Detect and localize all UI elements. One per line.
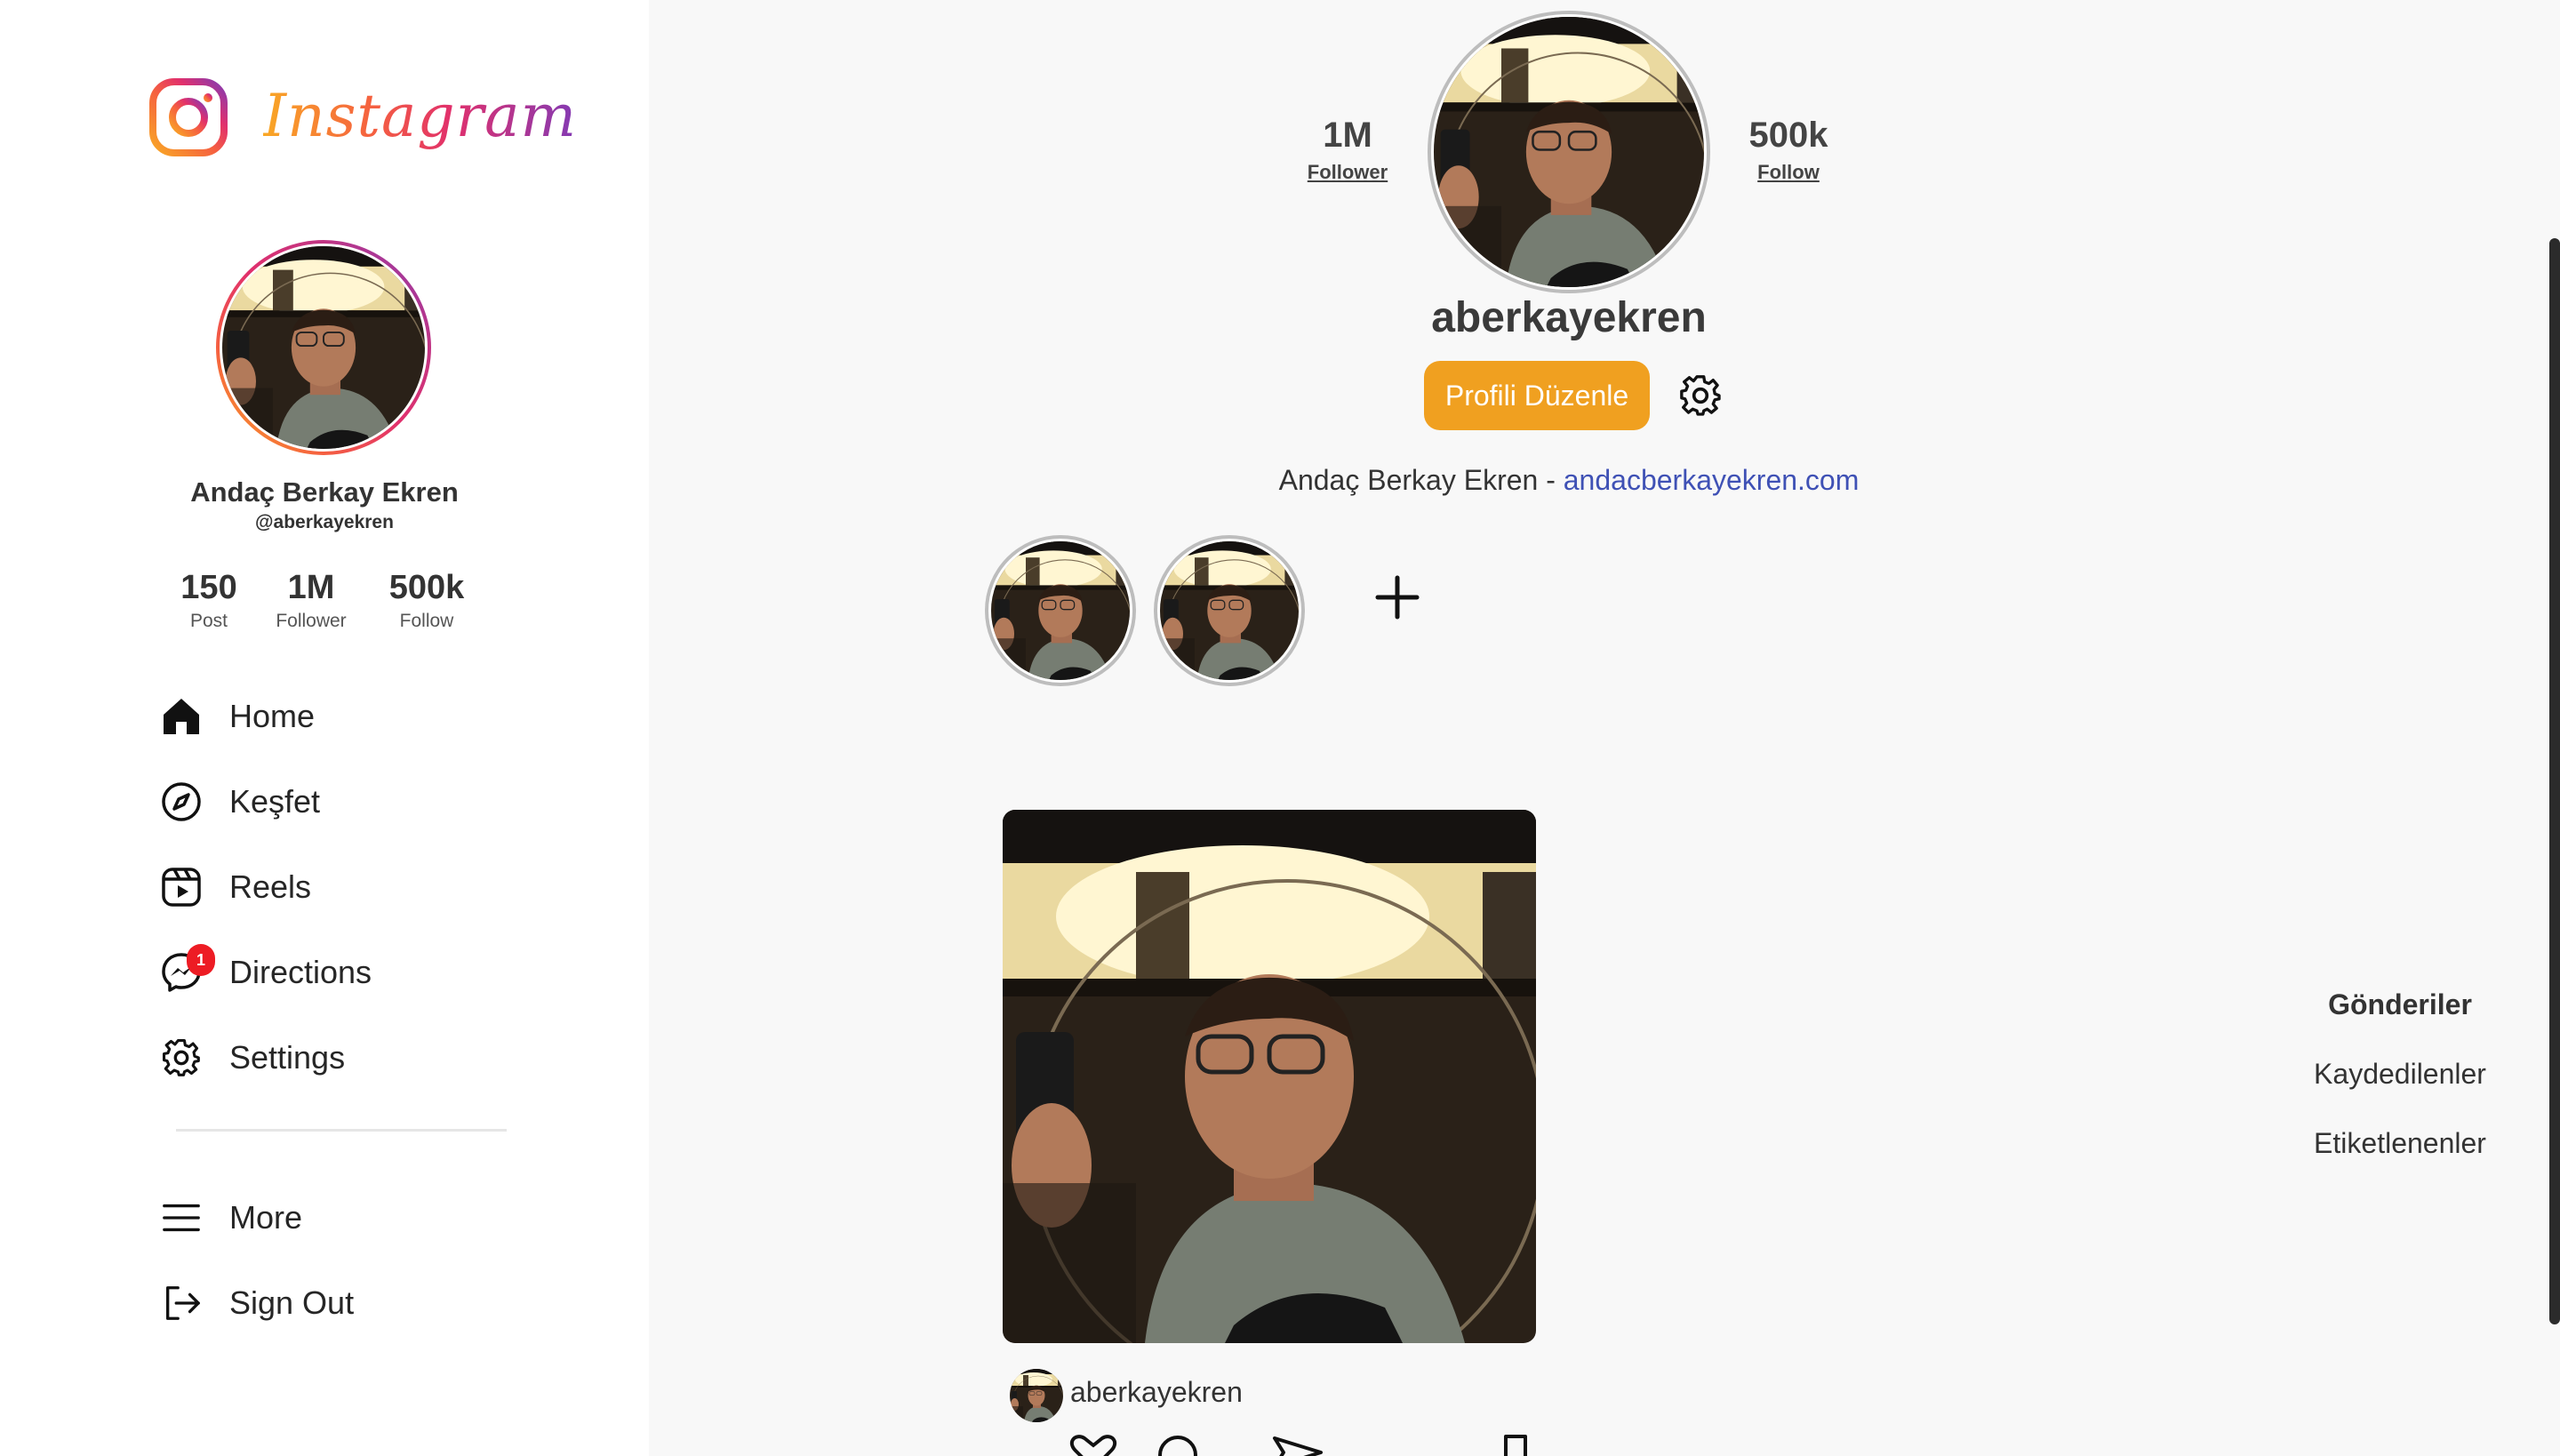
- tab-saved[interactable]: Kaydedilenler: [2267, 1058, 2533, 1091]
- nav-home[interactable]: Home: [158, 690, 315, 743]
- nav-sign-out-label: Sign Out: [229, 1284, 355, 1321]
- profile-following[interactable]: 500k Follow: [1744, 116, 1833, 184]
- profile-followers[interactable]: 1M Follower: [1303, 116, 1392, 184]
- sidebar: Instagram Andaç Berkay Ekren @aberkayekr…: [0, 0, 649, 1456]
- profile-followers-link[interactable]: Follower: [1303, 161, 1392, 184]
- tab-tagged[interactable]: Etiketlenenler: [2267, 1127, 2533, 1160]
- notification-badge: 1: [187, 944, 215, 976]
- stat-followers-value: 1M: [287, 569, 335, 606]
- profile-bio: Andaç Berkay Ekren - andacberkayekren.co…: [1156, 464, 1982, 497]
- post-author-username[interactable]: aberkayekren: [1070, 1376, 1243, 1409]
- page-scrollbar[interactable]: [2549, 238, 2560, 1324]
- compass-icon: [158, 779, 204, 825]
- stat-following-value: 500k: [388, 569, 465, 606]
- reels-icon: [158, 864, 204, 910]
- instagram-wordmark[interactable]: Instagram: [263, 82, 577, 150]
- profile-followers-value: 1M: [1323, 116, 1372, 155]
- bio-website-link[interactable]: andacberkayekren.com: [1564, 464, 1860, 496]
- story-highlight[interactable]: [985, 535, 1136, 686]
- profile-username: aberkayekren: [1431, 294, 1707, 341]
- share-icon[interactable]: [1271, 1433, 1324, 1456]
- nav-home-label: Home: [229, 698, 316, 734]
- sign-out-icon: [158, 1280, 204, 1326]
- nav-explore[interactable]: Keşfet: [158, 775, 320, 828]
- heart-icon[interactable]: [1067, 1433, 1120, 1456]
- bio-text: Andaç Berkay Ekren -: [1278, 464, 1564, 496]
- post-actions: [1067, 1433, 1547, 1456]
- nav-reels-label: Reels: [229, 868, 312, 905]
- profile-settings-gear-icon[interactable]: [1678, 373, 1723, 418]
- nav-settings-label: Settings: [229, 1039, 346, 1076]
- bookmark-icon[interactable]: [1502, 1433, 1529, 1456]
- messenger-icon: 1: [158, 944, 215, 996]
- nav-directions[interactable]: 1 Directions: [158, 944, 372, 999]
- profile-following-link[interactable]: Follow: [1744, 161, 1833, 184]
- comment-icon[interactable]: [1156, 1433, 1200, 1456]
- gear-icon: [158, 1035, 204, 1081]
- stat-following-label: Follow: [399, 611, 454, 631]
- post-author-avatar[interactable]: [1010, 1369, 1063, 1422]
- nav-more[interactable]: More: [158, 1191, 302, 1244]
- instagram-logo-icon[interactable]: [149, 78, 228, 156]
- stat-followers[interactable]: 1M Follower: [244, 569, 378, 632]
- sidebar-divider: [176, 1129, 507, 1132]
- stat-following[interactable]: 500k Follow: [360, 569, 493, 632]
- story-highlight[interactable]: [1154, 535, 1305, 686]
- nav-directions-label: Directions: [229, 954, 372, 990]
- menu-icon: [158, 1195, 204, 1241]
- edit-profile-button[interactable]: Profili Düzenle: [1424, 361, 1650, 430]
- sidebar-avatar[interactable]: [216, 240, 431, 455]
- nav-reels[interactable]: Reels: [158, 860, 311, 914]
- sidebar-full-name: Andaç Berkay Ekren: [190, 476, 459, 508]
- nav-explore-label: Keşfet: [229, 783, 321, 820]
- add-highlight-plus-icon[interactable]: [1369, 569, 1426, 626]
- sidebar-handle: @aberkayekren: [255, 512, 394, 532]
- home-icon: [158, 693, 204, 740]
- profile-avatar[interactable]: [1428, 11, 1710, 293]
- tab-posts[interactable]: Gönderiler: [2267, 988, 2533, 1021]
- profile-following-value: 500k: [1748, 116, 1828, 155]
- nav-settings[interactable]: Settings: [158, 1031, 345, 1084]
- stat-followers-label: Follower: [276, 611, 347, 631]
- nav-more-label: More: [229, 1199, 303, 1236]
- post-image[interactable]: [1003, 810, 1536, 1343]
- nav-sign-out[interactable]: Sign Out: [158, 1276, 354, 1330]
